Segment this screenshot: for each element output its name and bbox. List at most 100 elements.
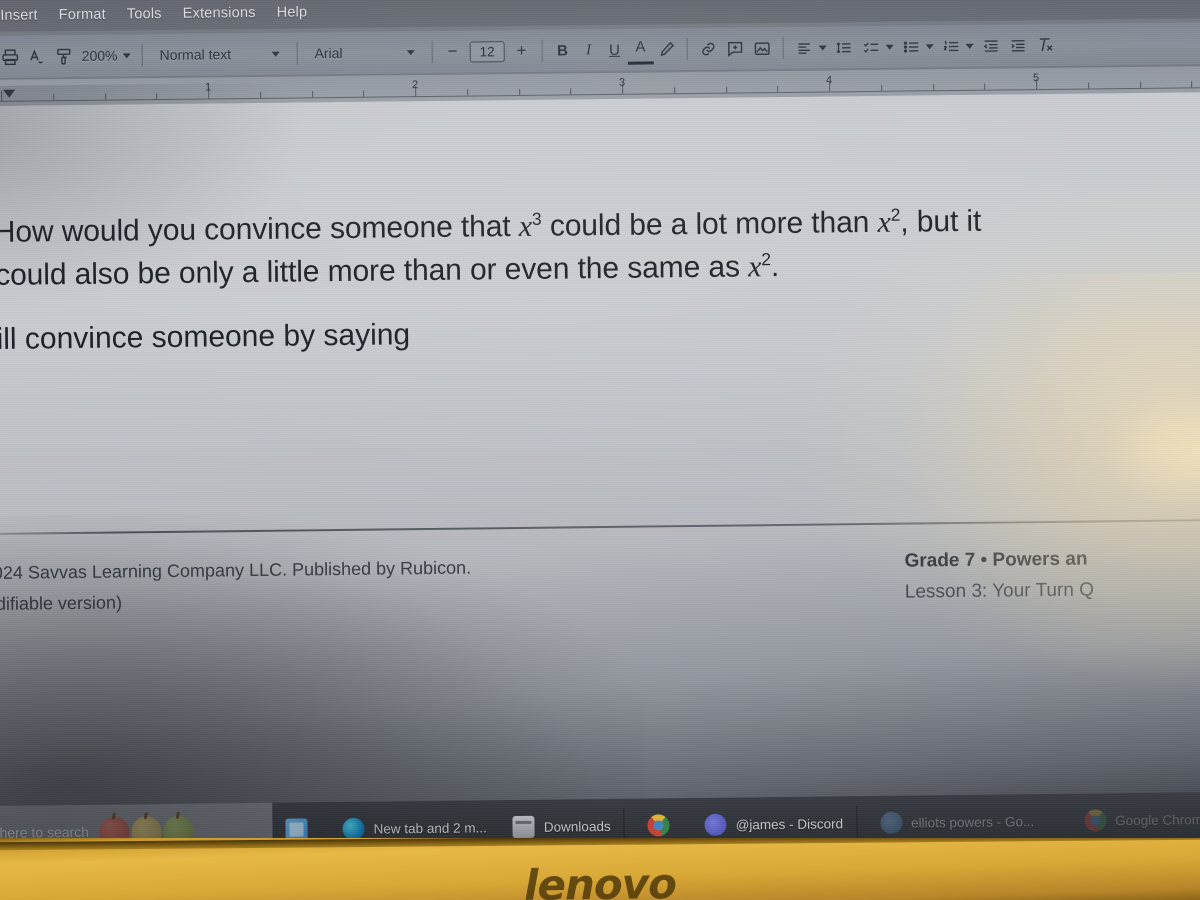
laptop-bezel: lenovo: [0, 838, 1200, 900]
ruler-tick-minor: [673, 87, 675, 94]
decrease-font-size-button[interactable]: −: [439, 37, 465, 67]
question-part-2: could be a lot more than: [541, 205, 878, 243]
file-explorer-icon: [512, 815, 535, 839]
document-page[interactable]: 4. How would you convince someone that x…: [0, 82, 1200, 846]
paragraph-style-value: Normal text: [159, 46, 232, 64]
font-family-selector[interactable]: Arial: [304, 37, 424, 68]
ruler-tick-major: [1, 90, 3, 101]
ruler-tick-minor: [1087, 82, 1089, 89]
ruler-number: 4: [825, 74, 833, 87]
font-size-input[interactable]: 12: [465, 36, 508, 66]
menu-item-tools[interactable]: Tools: [127, 6, 162, 22]
line-spacing-icon[interactable]: [830, 32, 857, 62]
ruler-tick-minor: [880, 84, 882, 91]
increase-indent-icon[interactable]: [1004, 30, 1031, 60]
insert-image-icon[interactable]: [748, 33, 775, 63]
clear-formatting-icon[interactable]: [1031, 30, 1058, 60]
microsoft-edge-icon: [342, 817, 365, 841]
toolbar-divider: [782, 36, 784, 59]
zoom-level-value: 200%: [81, 47, 118, 64]
taskbar-item-chrome-2[interactable]: Google Chrome: [1071, 799, 1200, 841]
question-variable-x-cubed: x: [518, 209, 533, 243]
question-exponent-2: 2: [890, 204, 901, 225]
taskbar-label-downloads: Downloads: [543, 818, 611, 835]
checklist-icon[interactable]: [857, 32, 897, 62]
indent-marker[interactable]: [3, 89, 16, 98]
question-exponent-2b: 2: [761, 248, 771, 269]
ruler-tick-minor: [984, 83, 986, 90]
ruler-tick-minor: [725, 86, 727, 93]
google-docs-icon: [879, 811, 903, 834]
ruler-tick-minor: [466, 89, 468, 96]
taskbar-label-chrome-2: Google Chrome: [1115, 811, 1200, 828]
chevron-down-icon: [965, 43, 974, 49]
text-align-icon[interactable]: [790, 32, 830, 62]
ruler-tick-minor: [259, 91, 261, 98]
chevron-down-icon: [122, 52, 131, 58]
numbered-list-icon[interactable]: [937, 31, 977, 61]
print-icon[interactable]: [0, 42, 24, 72]
font-size-value: 12: [469, 40, 505, 63]
italic-button[interactable]: I: [575, 35, 601, 65]
footer-grade: Grade 7 • Powers an: [904, 548, 1088, 572]
bulleted-list-icon[interactable]: [897, 31, 937, 61]
toolbar-divider: [296, 42, 298, 65]
increase-font-size-button[interactable]: +: [508, 36, 534, 66]
discord-icon: [704, 813, 727, 836]
answer-text[interactable]: i will convince someone by saying: [0, 307, 1160, 360]
ruler-tick-minor: [518, 88, 520, 95]
paint-format-icon[interactable]: [51, 41, 78, 71]
lenovo-logo: lenovo: [523, 859, 677, 900]
ruler-tick-minor: [311, 91, 313, 98]
add-comment-icon[interactable]: [721, 33, 748, 63]
laptop-screen: Insert Format Tools Extensions Help 200%…: [0, 0, 1200, 846]
menu-item-help[interactable]: Help: [277, 4, 308, 20]
ruler-number: 5: [1032, 72, 1040, 85]
question-part-1: How would you convince someone that: [0, 209, 519, 250]
laptop-photo: Insert Format Tools Extensions Help 200%…: [0, 0, 1200, 900]
page-glare-hotspot: [1100, 391, 1200, 514]
ruler-number: 3: [618, 76, 626, 89]
ruler-tick-minor: [104, 93, 106, 100]
ruler-tick-minor: [52, 94, 54, 101]
chevron-down-icon: [271, 51, 280, 57]
underline-button[interactable]: U: [601, 35, 627, 65]
text-color-button[interactable]: A: [627, 34, 654, 65]
chevron-down-icon: [406, 49, 415, 55]
footer-divider: [0, 519, 1200, 536]
insert-link-icon[interactable]: [694, 34, 721, 64]
toolbar-divider: [686, 38, 688, 61]
spellcheck-icon[interactable]: [24, 41, 51, 71]
chevron-down-icon: [818, 44, 827, 51]
question-variable-x-squared-2: x: [747, 249, 762, 283]
taskbar-label-edge: New tab and 2 m...: [373, 819, 487, 837]
ruler-tick-minor: [1191, 81, 1193, 88]
chevron-down-icon: [885, 44, 894, 50]
menu-item-extensions[interactable]: Extensions: [183, 5, 256, 22]
menu-item-format[interactable]: Format: [59, 7, 106, 24]
paragraph-style-selector[interactable]: Normal text: [149, 39, 289, 71]
zoom-level-selector[interactable]: 200%: [78, 40, 135, 71]
footer-lesson: Lesson 3: Your Turn Q: [904, 579, 1095, 603]
menu-item-insert[interactable]: Insert: [0, 7, 38, 23]
ruler-tick-minor: [932, 84, 934, 91]
toolbar-divider: [141, 44, 143, 67]
toolbar-divider: [541, 39, 543, 62]
footer-right: Grade 7 • Powers an Lesson 3: Your Turn …: [904, 542, 1200, 608]
ruler-number: 2: [411, 79, 419, 92]
question-exponent-3: 3: [531, 208, 542, 229]
ruler-tick-minor: [1139, 81, 1141, 88]
toolbar-divider: [431, 40, 433, 63]
question-line2-part-2: .: [770, 249, 780, 283]
decrease-indent-icon[interactable]: [977, 30, 1004, 60]
highlight-pen-icon[interactable]: [653, 34, 679, 64]
screen-content: Insert Format Tools Extensions Help 200%…: [0, 0, 1200, 846]
bold-button[interactable]: B: [549, 35, 575, 65]
taskbar-label-elliots-powers: elliots powers - Go...: [911, 813, 1035, 831]
question-part-3: , but it: [900, 204, 982, 239]
question-text[interactable]: 4. How would you convince someone that x…: [0, 198, 1200, 297]
ruler-tick-minor: [777, 86, 779, 93]
taskbar-label-discord: @james - Discord: [735, 815, 844, 833]
question-variable-x-squared: x: [877, 205, 891, 239]
taskbar-item-elliots-powers[interactable]: elliots powers - Go...: [867, 801, 1047, 843]
